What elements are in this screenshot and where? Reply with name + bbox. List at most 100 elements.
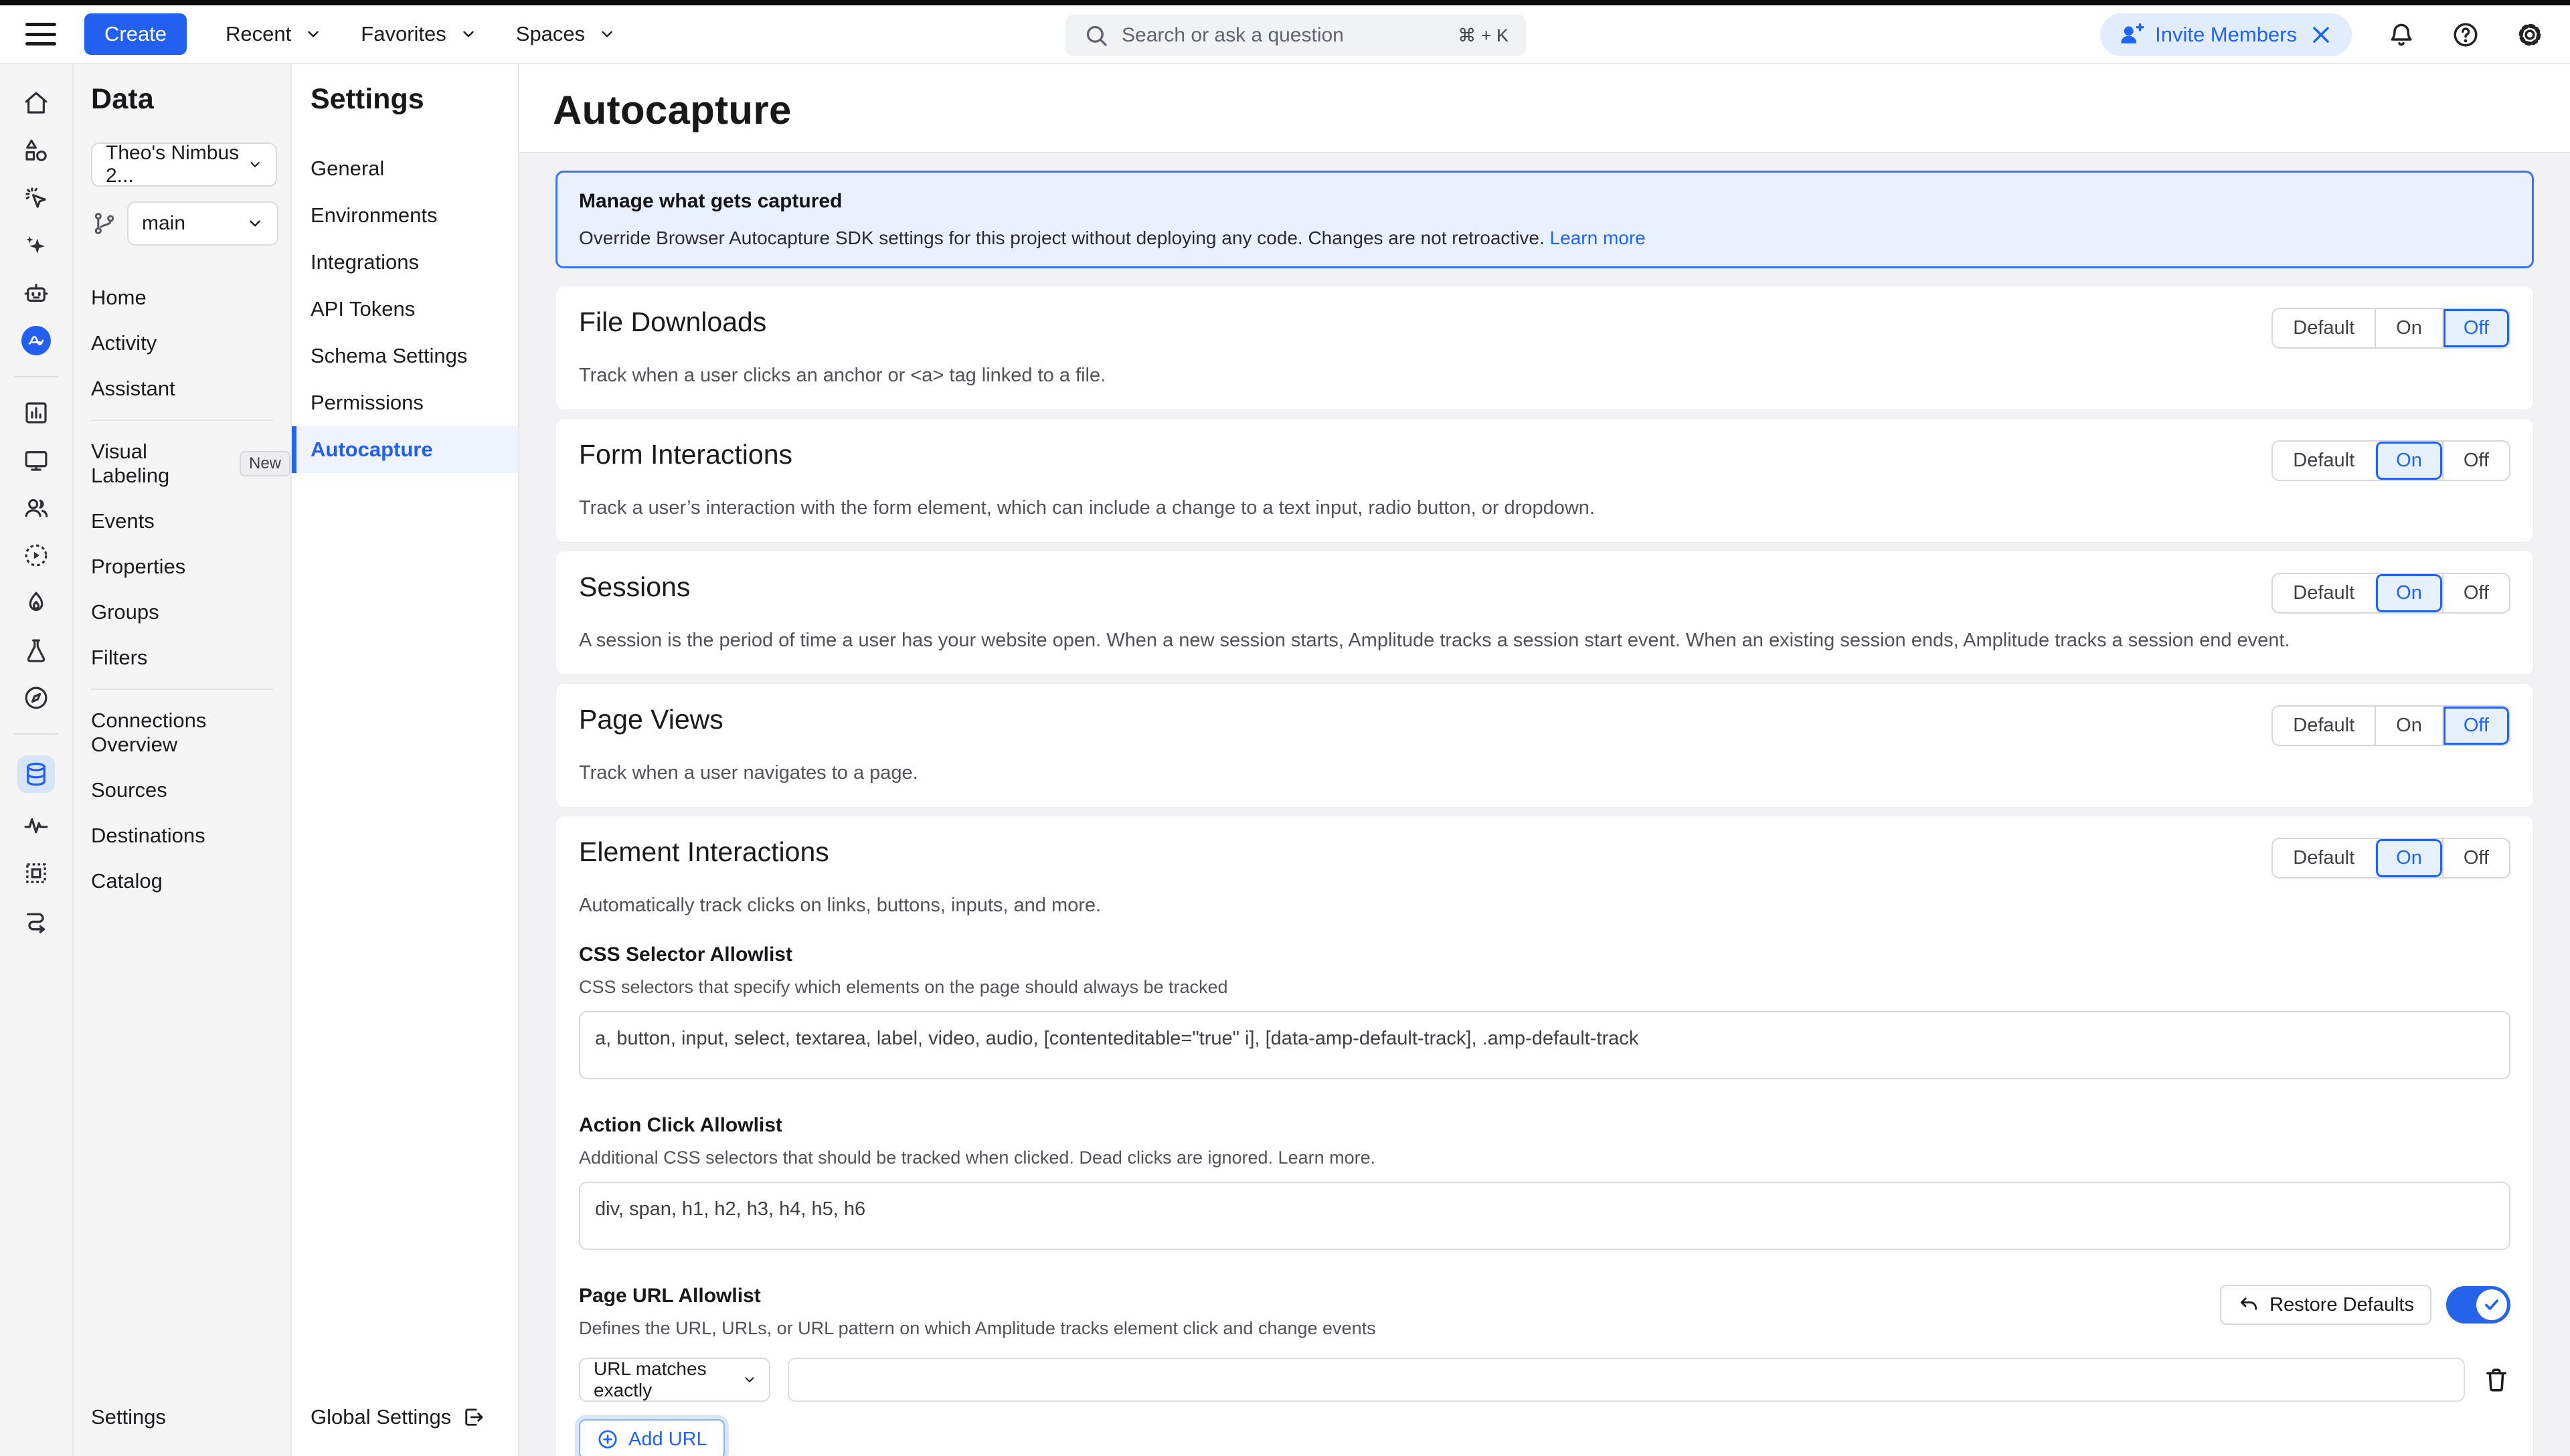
toggle-option-on[interactable]: On [2375,309,2442,347]
sidebar-item-assistant[interactable]: Assistant [91,366,290,412]
css-selector-allowlist-input[interactable]: a, button, input, select, textarea, labe… [579,1011,2510,1079]
toggle-option-on[interactable]: On [2375,839,2442,877]
people-icon[interactable] [21,493,51,523]
sidebar-item-label: Assistant [91,377,175,401]
settings-nav-item-permissions[interactable]: Permissions [292,379,518,426]
global-settings-label: Global Settings [311,1405,451,1429]
section-description: Track when a user navigates to a page. [556,746,2533,807]
monitor-icon[interactable] [21,446,51,475]
sidebar-item-connections-overview[interactable]: Connections Overview [91,698,290,767]
branch-selector[interactable]: main [127,201,278,246]
settings-nav-item-api-tokens[interactable]: API Tokens [292,286,518,333]
settings-nav-item-autocapture[interactable]: Autocapture [292,426,518,473]
settings-nav-item-general[interactable]: General [292,145,518,192]
notifications-bell-icon[interactable] [2387,20,2416,50]
toggle-option-off[interactable]: Off [2442,707,2509,745]
settings-nav: Settings General Environments Integratio… [292,64,519,1456]
toggle-option-off[interactable]: Off [2442,442,2509,480]
hamburger-menu-icon[interactable] [25,23,56,46]
toggle-option-on[interactable]: On [2375,707,2442,745]
database-icon[interactable] [17,755,55,793]
rail-divider [15,733,58,735]
toggle-option-default[interactable]: Default [2273,309,2375,347]
sidebar-divider [91,689,273,690]
data-sidebar: Data Theo's Nimbus 2... main Home Activi… [74,64,292,1456]
toggle-option-default[interactable]: Default [2273,442,2375,480]
toggle-option-off[interactable]: Off [2442,309,2509,347]
branch-row: main [91,201,290,246]
toggle-option-on[interactable]: On [2375,574,2442,612]
sidebar-item-settings[interactable]: Settings [91,1405,290,1429]
route-icon[interactable] [21,906,51,935]
shapes-icon[interactable] [21,136,51,165]
menu-spaces[interactable]: Spaces [516,22,616,46]
flame-icon[interactable] [21,588,51,618]
top-navigation-bar: Create Recent Favorites Spaces Search or… [0,5,2570,64]
add-user-icon [2118,21,2144,48]
page-url-allowlist-toggle[interactable] [2446,1286,2510,1324]
create-button[interactable]: Create [84,13,187,55]
selection-box-icon[interactable] [21,858,51,888]
sidebar-item-catalog[interactable]: Catalog [91,858,290,904]
trash-icon[interactable] [2482,1366,2510,1394]
sidebar-item-properties[interactable]: Properties [91,544,290,589]
global-settings-link[interactable]: Global Settings [311,1405,518,1429]
sparkles-icon[interactable] [21,231,51,260]
page-header: Autocapture [519,64,2570,153]
amplitude-wave-icon[interactable] [21,326,51,355]
undo-icon [2237,1293,2260,1316]
menu-favorites[interactable]: Favorites [361,22,477,46]
search-icon [1083,22,1110,49]
pulse-icon[interactable] [21,811,51,840]
section-description: Track a user’s interaction with the form… [556,481,2533,542]
search-input[interactable]: Search or ask a question ⌘ + K [1065,15,1526,56]
section-form-interactions: Form Interactions Default On Off Track a… [555,418,2534,543]
restore-defaults-button[interactable]: Restore Defaults [2220,1285,2431,1325]
settings-nav-item-schema-settings[interactable]: Schema Settings [292,333,518,379]
action-click-allowlist-input[interactable]: div, span, h1, h2, h3, h4, h5, h6 [579,1182,2510,1250]
settings-gear-icon[interactable] [2515,20,2545,50]
toggle-option-off[interactable]: Off [2442,839,2509,877]
compass-icon[interactable] [21,683,51,713]
chevron-down-icon [742,1371,757,1388]
sidebar-item-visual-labeling[interactable]: Visual Labeling New [91,429,290,498]
form-interactions-toggle: Default On Off [2272,440,2510,481]
menu-recent-label: Recent [226,22,291,46]
sidebar-item-filters[interactable]: Filters [91,635,290,680]
close-icon[interactable] [2308,21,2334,48]
sidebar-item-label: Activity [91,331,157,355]
menu-recent[interactable]: Recent [226,22,322,46]
toggle-option-on[interactable]: On [2375,442,2442,480]
menu-spaces-label: Spaces [516,22,585,46]
sidebar-item-destinations[interactable]: Destinations [91,813,290,858]
add-url-button[interactable]: Add URL [579,1419,725,1456]
sidebar-item-label: Home [91,286,147,310]
search-placeholder: Search or ask a question [1122,24,1446,47]
check-icon [2483,1296,2500,1313]
toggle-option-default[interactable]: Default [2273,839,2375,877]
robot-icon[interactable] [21,278,51,308]
sidebar-item-activity[interactable]: Activity [91,321,290,366]
toggle-option-default[interactable]: Default [2273,574,2375,612]
bar-chart-icon[interactable] [21,398,51,428]
sidebar-item-events[interactable]: Events [91,498,290,544]
settings-nav-item-environments[interactable]: Environments [292,192,518,239]
flask-icon[interactable] [21,636,51,665]
url-match-type-select[interactable]: URL matches exactly [579,1358,770,1402]
help-icon[interactable] [2451,20,2480,50]
home-icon[interactable] [21,88,51,118]
session-replay-icon[interactable] [21,541,51,570]
sidebar-item-home[interactable]: Home [91,275,290,321]
learn-more-link[interactable]: Learn more [1550,227,1646,248]
element-interactions-toggle: Default On Off [2272,838,2510,879]
cursor-click-icon[interactable] [21,183,51,213]
banner-body: Override Browser Autocapture SDK setting… [579,227,1545,248]
sidebar-item-sources[interactable]: Sources [91,767,290,813]
toggle-option-default[interactable]: Default [2273,707,2375,745]
settings-nav-item-integrations[interactable]: Integrations [292,239,518,286]
invite-members-button[interactable]: Invite Members [2100,13,2352,56]
sidebar-item-groups[interactable]: Groups [91,589,290,635]
toggle-option-off[interactable]: Off [2442,574,2509,612]
url-pattern-input[interactable] [788,1358,2465,1402]
project-selector[interactable]: Theo's Nimbus 2... [91,143,277,187]
